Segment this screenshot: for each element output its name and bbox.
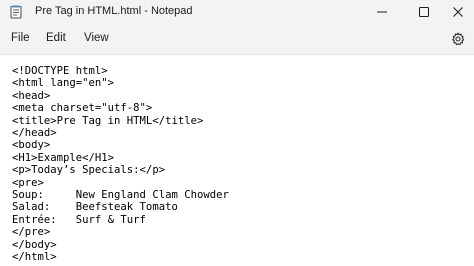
minimize-button[interactable] bbox=[366, 0, 398, 24]
editor-line: Salad: Beefsteak Tomato bbox=[12, 201, 178, 214]
editor-line: <html lang="en"> bbox=[12, 77, 115, 90]
editor-line: </html> bbox=[12, 251, 57, 264]
gear-icon[interactable] bbox=[451, 32, 465, 46]
editor-line: <pre> bbox=[12, 176, 44, 189]
editor-line: </head> bbox=[12, 127, 57, 140]
maximize-button[interactable] bbox=[408, 0, 440, 24]
editor-line: <meta charset="utf-8"> bbox=[12, 102, 153, 115]
menu-bar: File Edit View bbox=[0, 24, 474, 54]
editor-line: <H1>Example</H1> bbox=[12, 151, 115, 164]
editor-line: <head> bbox=[12, 89, 51, 102]
text-editor[interactable]: <!DOCTYPE html> <html lang="en"> <head> … bbox=[0, 54, 474, 266]
editor-line: </pre> bbox=[12, 226, 51, 239]
menu-view[interactable]: View bbox=[84, 32, 109, 44]
editor-line: Soup: New England Clam Chowder bbox=[12, 189, 229, 202]
close-button[interactable] bbox=[442, 0, 474, 24]
menu-edit[interactable]: Edit bbox=[46, 32, 66, 44]
editor-line: </body> bbox=[12, 238, 57, 251]
menu-file[interactable]: File bbox=[11, 32, 30, 44]
close-icon bbox=[453, 7, 463, 17]
notepad-icon bbox=[10, 5, 22, 19]
editor-line: <p>Today’s Specials:</p> bbox=[12, 164, 166, 177]
window-title: Pre Tag in HTML.html - Notepad bbox=[35, 5, 193, 17]
editor-line: <body> bbox=[12, 139, 51, 152]
maximize-icon bbox=[419, 7, 429, 17]
title-bar: Pre Tag in HTML.html - Notepad bbox=[0, 0, 474, 24]
minimize-icon bbox=[377, 11, 387, 13]
editor-content: <!DOCTYPE html> <html lang="en"> <head> … bbox=[12, 65, 229, 264]
editor-line: <!DOCTYPE html> bbox=[12, 65, 108, 77]
editor-line: Entrée: Surf & Turf bbox=[12, 213, 146, 226]
editor-line: <title>Pre Tag in HTML</title> bbox=[12, 114, 204, 127]
